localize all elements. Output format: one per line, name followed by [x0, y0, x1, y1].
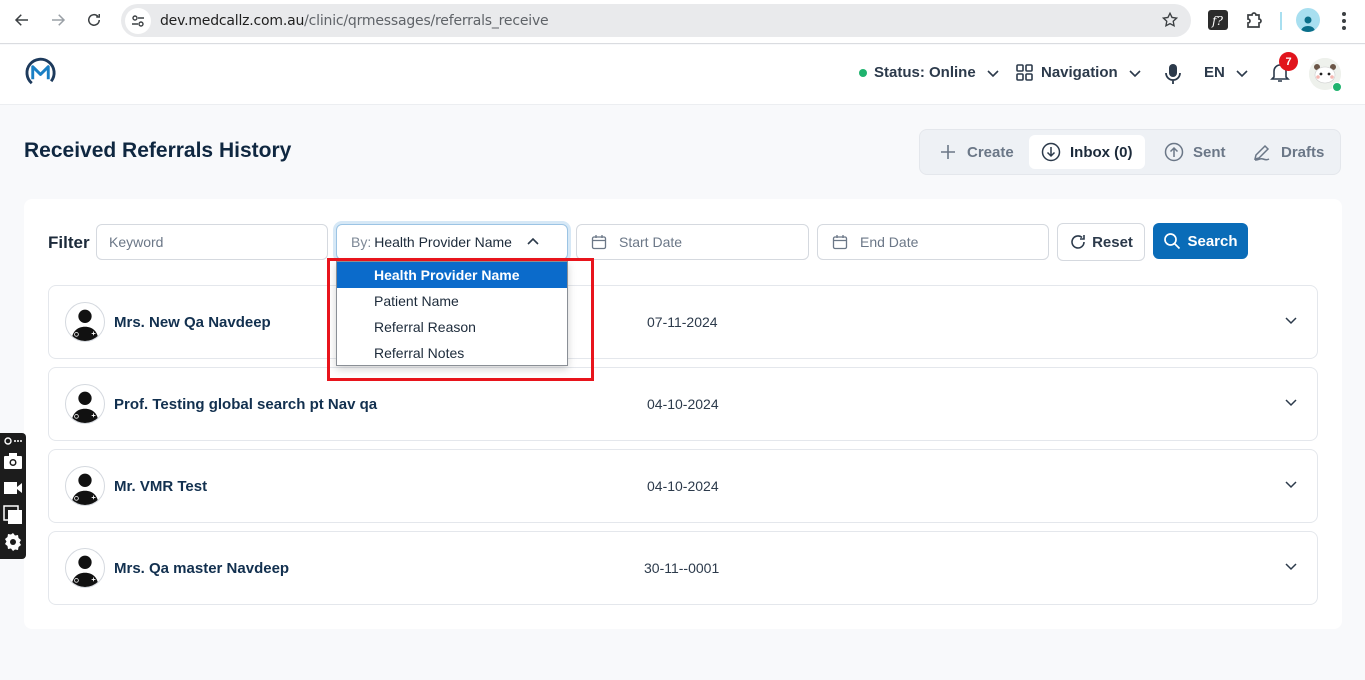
search-button[interactable]: Search — [1153, 223, 1248, 259]
person-icon — [1301, 16, 1315, 32]
doctor-avatar-icon — [65, 384, 105, 424]
start-date-input[interactable]: Start Date — [576, 224, 809, 260]
chevron-down-icon — [1129, 69, 1141, 77]
user-online-dot — [1332, 82, 1342, 92]
chevron-down-icon — [1236, 69, 1248, 77]
plus-icon — [941, 145, 955, 159]
refresh-icon — [1071, 235, 1085, 249]
language-dropdown[interactable]: EN — [1204, 64, 1249, 81]
keyword-placeholder: Keyword — [109, 234, 164, 250]
tab-label: Inbox (0) — [1070, 143, 1133, 161]
referral-provider-name: Mr. VMR Test — [114, 478, 208, 495]
referral-date: 30-11--0001 — [644, 560, 720, 576]
chevron-down-icon[interactable] — [1283, 312, 1299, 328]
tab-drafts[interactable]: Drafts — [1252, 135, 1324, 169]
referral-date: 07-11-2024 — [647, 314, 718, 330]
status-label: Status: Online — [874, 64, 976, 81]
bookmark-star-icon[interactable] — [1161, 11, 1179, 29]
tab-label: Create — [967, 143, 1014, 161]
arrow-right-icon — [52, 14, 66, 26]
referral-row[interactable]: Mrs. New Qa Navdeep 07-11-2024 — [48, 285, 1318, 359]
reload-button[interactable] — [82, 8, 106, 32]
referral-provider-name: Mrs. New Qa Navdeep — [114, 314, 271, 331]
extensions-puzzle-icon[interactable] — [1244, 10, 1264, 30]
start-date-placeholder: Start Date — [619, 234, 683, 250]
extension-fx-icon[interactable]: f? — [1208, 10, 1228, 30]
microphone-button[interactable] — [1165, 63, 1181, 85]
browser-toolbar: dev.medcallz.com.au/clinic/qrmessages/re… — [0, 0, 1365, 44]
chevron-down-icon[interactable] — [1283, 394, 1299, 410]
toolbar-divider — [1280, 12, 1282, 30]
referral-provider-name: Mrs. Qa master Navdeep — [114, 560, 290, 577]
doctor-avatar-icon — [65, 302, 105, 342]
arrow-left-icon — [14, 14, 28, 26]
chevron-down-icon[interactable] — [1283, 558, 1299, 574]
url-host: dev.medcallz.com.au — [160, 12, 305, 29]
tab-create[interactable]: Create — [938, 135, 1014, 169]
browser-menu-button[interactable] — [1336, 10, 1352, 32]
notification-badge: 7 — [1279, 52, 1298, 71]
language-label: EN — [1204, 64, 1225, 81]
online-status-dot — [859, 68, 867, 77]
tab-sent[interactable]: Sent — [1164, 135, 1226, 169]
capture-toolbar — [0, 433, 26, 559]
chevron-down-icon[interactable] — [1283, 476, 1299, 492]
video-icon[interactable] — [3, 478, 23, 498]
doctor-avatar-icon — [65, 466, 105, 506]
navigation-dropdown[interactable]: Navigation — [1016, 64, 1142, 81]
grid-icon — [1016, 64, 1033, 81]
svg-text:f?: f? — [1211, 14, 1223, 28]
doctor-avatar-icon — [65, 548, 105, 588]
site-info-button[interactable] — [125, 7, 151, 34]
microphone-icon — [1165, 64, 1181, 84]
camera-icon[interactable] — [3, 451, 23, 471]
search-by-prefix: By: — [351, 234, 372, 250]
url-path: /clinic/qrmessages/referrals_receive — [304, 12, 549, 29]
referral-row[interactable]: Mrs. Qa master Navdeep 30-11--0001 — [48, 531, 1318, 605]
referral-date: 04-10-2024 — [647, 396, 719, 412]
page-title: Received Referrals History — [24, 139, 292, 162]
window-capture-icon[interactable] — [3, 505, 23, 525]
tune-icon — [132, 14, 144, 27]
reload-icon — [88, 13, 100, 26]
search-by-value: Health Provider Name — [374, 234, 512, 250]
tab-label: Sent — [1193, 143, 1226, 161]
filter-label: Filter — [48, 233, 90, 252]
referral-tabs: Create Inbox (0) Sent Drafts — [919, 129, 1341, 175]
pin-more-icon[interactable] — [3, 435, 23, 447]
referral-provider-name: Prof. Testing global search pt Nav qa — [114, 396, 378, 413]
address-bar[interactable]: dev.medcallz.com.au/clinic/qrmessages/re… — [121, 4, 1191, 37]
upload-icon — [1164, 142, 1184, 162]
referral-date: 04-10-2024 — [647, 478, 719, 494]
app-header: Status: Online Navigation EN — [0, 45, 1365, 105]
search-by-select[interactable]: By: Health Provider Name — [336, 224, 568, 260]
end-date-input[interactable]: End Date — [817, 224, 1049, 260]
referral-row[interactable]: Prof. Testing global search pt Nav qa 04… — [48, 367, 1318, 441]
calendar-icon — [591, 235, 607, 250]
pen-icon — [1253, 144, 1270, 161]
medcallz-logo[interactable] — [24, 56, 57, 89]
download-icon — [1041, 142, 1061, 162]
tab-inbox[interactable]: Inbox (0) — [1029, 135, 1145, 169]
chevron-down-icon — [987, 69, 999, 77]
reset-label: Reset — [1092, 233, 1133, 251]
url-text[interactable]: dev.medcallz.com.au/clinic/qrmessages/re… — [160, 12, 549, 29]
status-dropdown[interactable]: Status: Online — [859, 64, 1000, 81]
settings-gear-icon[interactable] — [3, 532, 23, 552]
browser-profile-avatar[interactable] — [1296, 8, 1320, 32]
annotation-highlight-box — [327, 258, 594, 381]
tab-label: Drafts — [1281, 143, 1325, 161]
navigation-label: Navigation — [1041, 64, 1118, 81]
referral-row[interactable]: Mr. VMR Test 04-10-2024 — [48, 449, 1318, 523]
back-button[interactable] — [10, 8, 34, 32]
end-date-placeholder: End Date — [860, 234, 919, 250]
reset-button[interactable]: Reset — [1057, 223, 1145, 261]
chevron-up-icon — [527, 237, 539, 245]
keyword-input[interactable]: Keyword — [96, 224, 328, 260]
search-icon — [1164, 233, 1181, 250]
calendar-icon — [832, 235, 848, 250]
forward-button[interactable] — [46, 8, 70, 32]
search-label: Search — [1187, 232, 1238, 250]
